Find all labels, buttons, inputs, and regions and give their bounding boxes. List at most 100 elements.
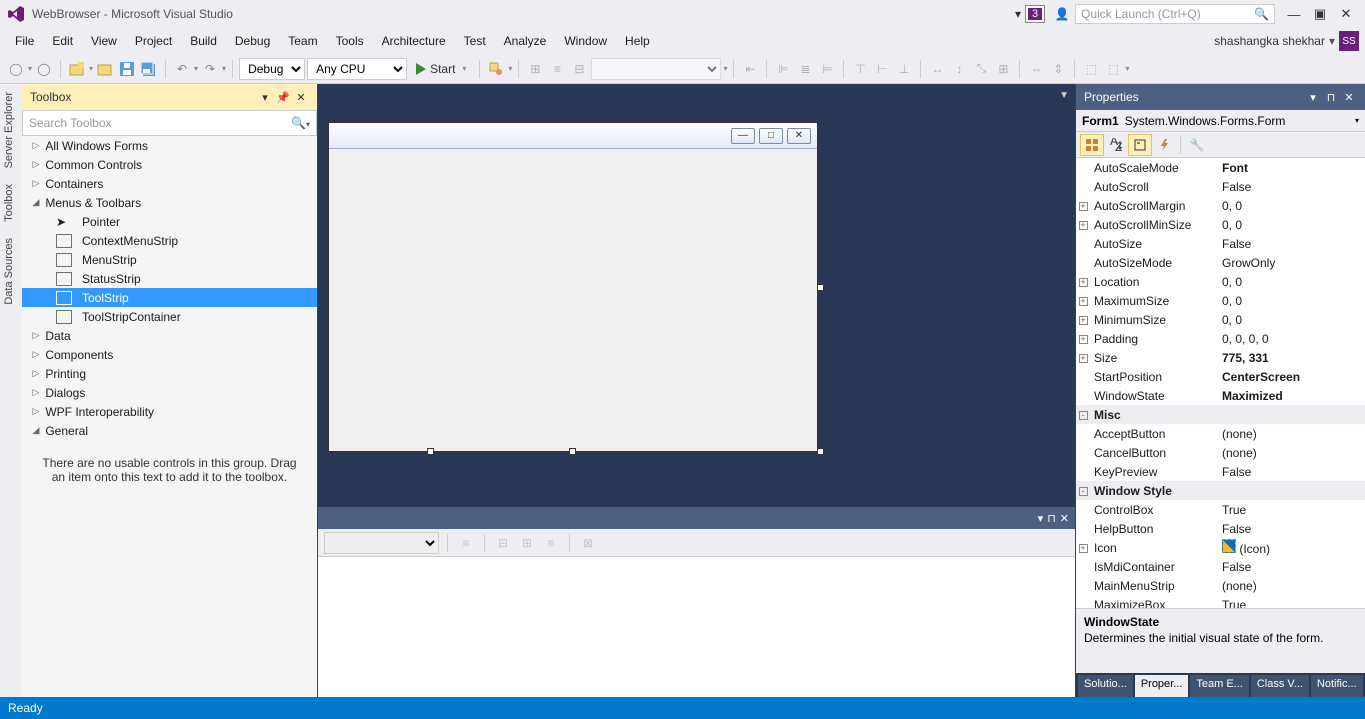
start-button[interactable]: Start▾ bbox=[409, 61, 473, 77]
toolbox-group[interactable]: ▷ Components bbox=[22, 345, 317, 364]
align-icon[interactable]: ⊫ bbox=[773, 59, 793, 79]
dropdown-icon[interactable]: ▾ bbox=[257, 89, 273, 105]
align-icon[interactable]: ≣ bbox=[795, 59, 815, 79]
size-icon[interactable]: ↔ bbox=[927, 59, 947, 79]
categorized-icon[interactable] bbox=[1080, 134, 1104, 156]
menu-view[interactable]: View bbox=[82, 30, 126, 52]
output-icon[interactable]: ≡ bbox=[541, 533, 561, 553]
property-row[interactable]: +MinimumSize0, 0 bbox=[1076, 310, 1365, 329]
property-row[interactable]: +Location0, 0 bbox=[1076, 272, 1365, 291]
property-object-selector[interactable]: Form1 System.Windows.Forms.Form ▾ bbox=[1076, 110, 1365, 132]
toolbox-group[interactable]: ▷ Data bbox=[22, 326, 317, 345]
property-row[interactable]: HelpButtonFalse bbox=[1076, 519, 1365, 538]
menu-help[interactable]: Help bbox=[616, 30, 659, 52]
toolbox-group[interactable]: ▷ Dialogs bbox=[22, 383, 317, 402]
restore-icon[interactable]: ▣ bbox=[1307, 4, 1333, 24]
panel-tab[interactable]: Class V... bbox=[1251, 675, 1309, 697]
notification-flag[interactable]: 3 bbox=[1025, 5, 1045, 23]
property-row[interactable]: AcceptButton(none) bbox=[1076, 424, 1365, 443]
resize-handle[interactable] bbox=[817, 284, 824, 291]
rail-tab[interactable]: Data Sources bbox=[0, 230, 22, 313]
form-designer[interactable]: ▼ — □ ✕ bbox=[318, 84, 1075, 507]
panel-tab[interactable]: Notific... bbox=[1311, 675, 1363, 697]
toolbox-group[interactable]: ▷ Common Controls bbox=[22, 155, 317, 174]
output-icon[interactable]: ≡ bbox=[456, 533, 476, 553]
alphabetical-icon[interactable]: AZ bbox=[1104, 134, 1128, 156]
toolbox-group[interactable]: ▷ Printing bbox=[22, 364, 317, 383]
space-icon[interactable]: ⇕ bbox=[1048, 59, 1068, 79]
layout-icon[interactable]: ≡ bbox=[547, 59, 567, 79]
align-icon[interactable]: ⊤ bbox=[850, 59, 870, 79]
toolbox-group[interactable]: ◢ General bbox=[22, 421, 317, 440]
property-row[interactable]: +Icon (Icon) bbox=[1076, 538, 1365, 557]
pin-icon[interactable]: ⊓ bbox=[1323, 89, 1339, 105]
property-row[interactable]: CancelButton(none) bbox=[1076, 443, 1365, 462]
align-icon[interactable]: ⇤ bbox=[740, 59, 760, 79]
align-icon[interactable]: ⊢ bbox=[872, 59, 892, 79]
nav-fwd-icon[interactable]: ◯ bbox=[34, 59, 54, 79]
resize-handle[interactable] bbox=[427, 448, 434, 455]
property-row[interactable]: StartPositionCenterScreen bbox=[1076, 367, 1365, 386]
nav-back-icon[interactable]: ◯ bbox=[6, 59, 26, 79]
events-icon[interactable] bbox=[1152, 134, 1176, 156]
toolbox-group[interactable]: ▷ WPF Interoperability bbox=[22, 402, 317, 421]
menu-tools[interactable]: Tools bbox=[327, 30, 373, 52]
document-dropdown-icon[interactable]: ▼ bbox=[1059, 90, 1069, 101]
form-preview[interactable]: — □ ✕ bbox=[328, 122, 818, 452]
property-category[interactable]: -Misc bbox=[1076, 405, 1365, 424]
save-all-icon[interactable] bbox=[139, 59, 159, 79]
output-source-select[interactable] bbox=[324, 532, 439, 554]
property-row[interactable]: AutoSizeModeGrowOnly bbox=[1076, 253, 1365, 272]
property-row[interactable]: MainMenuStrip(none) bbox=[1076, 576, 1365, 595]
toolbox-item[interactable]: ToolStripContainer bbox=[22, 307, 317, 326]
order-icon[interactable]: ⬚ bbox=[1103, 59, 1123, 79]
panel-tab[interactable]: Proper... bbox=[1135, 675, 1189, 697]
menu-build[interactable]: Build bbox=[181, 30, 226, 52]
resize-handle[interactable] bbox=[569, 448, 576, 455]
maximize-icon[interactable]: □ bbox=[759, 128, 783, 144]
output-icon[interactable]: ⊟ bbox=[493, 533, 513, 553]
toolbox-item[interactable]: ➤Pointer bbox=[22, 212, 317, 231]
menu-team[interactable]: Team bbox=[279, 30, 326, 52]
toolbox-item[interactable]: MenuStrip bbox=[22, 250, 317, 269]
property-pages-icon[interactable]: 🔧 bbox=[1185, 134, 1209, 156]
rail-tab[interactable]: Server Explorer bbox=[0, 84, 22, 176]
combo[interactable] bbox=[591, 58, 721, 80]
output-icon[interactable]: ⊠ bbox=[578, 533, 598, 553]
size-icon[interactable]: ⊞ bbox=[993, 59, 1013, 79]
close-icon[interactable]: ✕ bbox=[293, 89, 309, 105]
menu-analyze[interactable]: Analyze bbox=[495, 30, 556, 52]
toolbox-group[interactable]: ▷ Containers bbox=[22, 174, 317, 193]
order-icon[interactable]: ⬚ bbox=[1081, 59, 1101, 79]
menu-debug[interactable]: Debug bbox=[226, 30, 279, 52]
toolbox-item[interactable]: StatusStrip bbox=[22, 269, 317, 288]
menu-test[interactable]: Test bbox=[455, 30, 495, 52]
property-row[interactable]: +MaximumSize0, 0 bbox=[1076, 291, 1365, 310]
save-icon[interactable] bbox=[117, 59, 137, 79]
tool-icon[interactable] bbox=[486, 59, 506, 79]
feedback-icon[interactable]: 👤 bbox=[1053, 5, 1071, 23]
properties-icon[interactable] bbox=[1128, 134, 1152, 156]
toolbox-item[interactable]: ToolStrip bbox=[22, 288, 317, 307]
menu-project[interactable]: Project bbox=[126, 30, 181, 52]
close-icon[interactable]: ✕ bbox=[1333, 4, 1359, 24]
toolbox-group[interactable]: ◢ Menus & Toolbars bbox=[22, 193, 317, 212]
panel-tab[interactable]: Team E... bbox=[1190, 675, 1248, 697]
user-avatar[interactable]: SS bbox=[1339, 31, 1359, 51]
config-select[interactable]: Debug bbox=[239, 58, 305, 80]
toolbox-item[interactable]: ContextMenuStrip bbox=[22, 231, 317, 250]
resize-handle[interactable] bbox=[817, 448, 824, 455]
menu-architecture[interactable]: Architecture bbox=[373, 30, 455, 52]
layout-icon[interactable]: ⊞ bbox=[525, 59, 545, 79]
chevron-down-icon[interactable]: ▾ bbox=[1329, 34, 1335, 48]
property-row[interactable]: AutoScrollFalse bbox=[1076, 177, 1365, 196]
dropdown-icon[interactable]: ▾ bbox=[1038, 512, 1044, 525]
pin-icon[interactable]: 📌 bbox=[275, 89, 291, 105]
property-row[interactable]: WindowStateMaximized bbox=[1076, 386, 1365, 405]
quick-launch-input[interactable]: Quick Launch (Ctrl+Q) 🔍 bbox=[1075, 4, 1275, 24]
size-icon[interactable]: ↕ bbox=[949, 59, 969, 79]
property-row[interactable]: +AutoScrollMinSize0, 0 bbox=[1076, 215, 1365, 234]
align-icon[interactable]: ⊨ bbox=[817, 59, 837, 79]
open-icon[interactable] bbox=[95, 59, 115, 79]
align-icon[interactable]: ⊥ bbox=[894, 59, 914, 79]
